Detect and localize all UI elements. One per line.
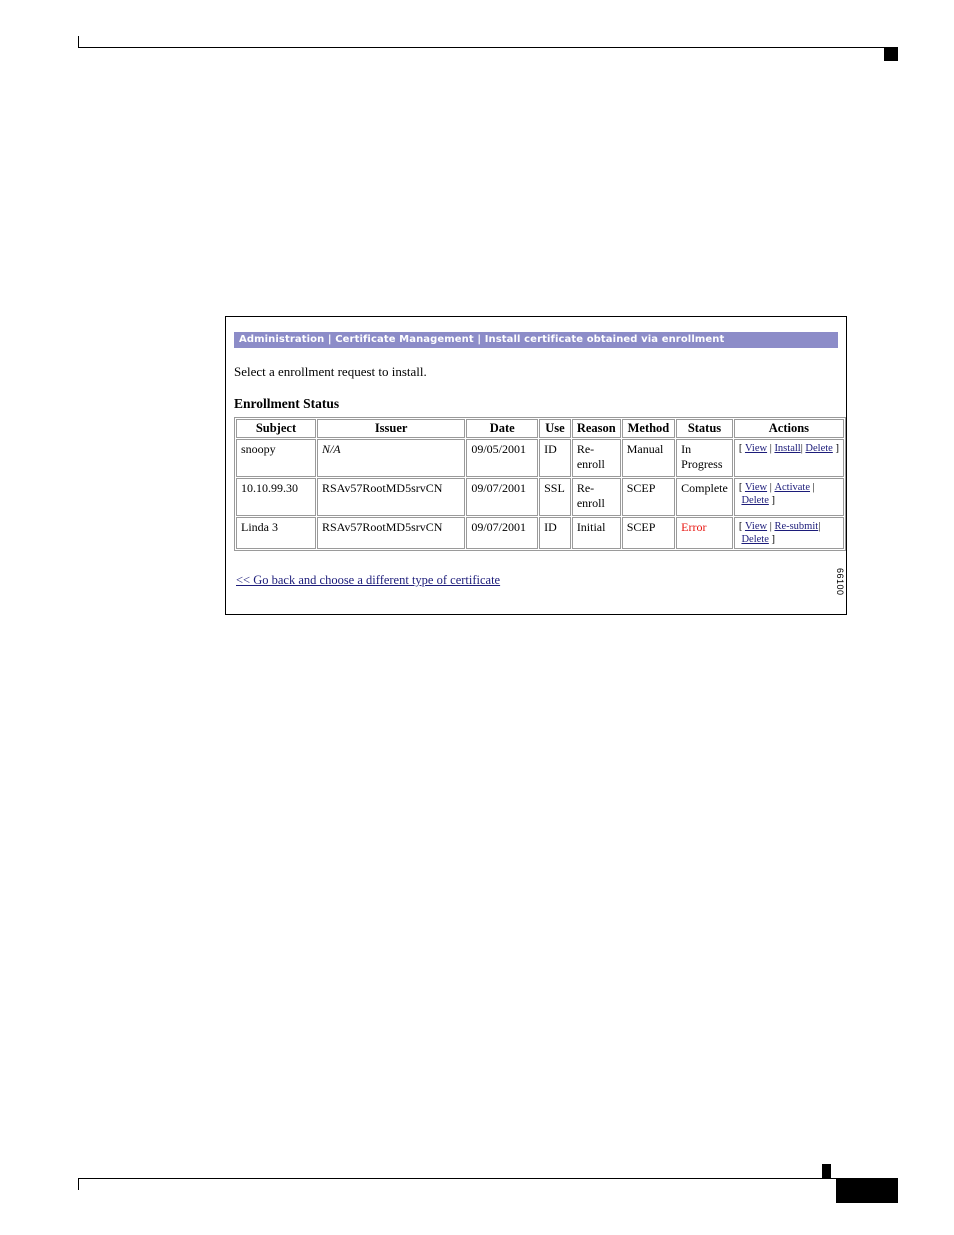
cell-actions: [ View | Re-submit| Delete ] [733, 517, 844, 550]
page-title: Enrollment Status [234, 396, 340, 411]
column-header-use: Use [539, 419, 571, 438]
delete-link[interactable]: Delete [805, 443, 832, 454]
table-row: 10.10.99.30 RSAv57RootMD5srvCN 09/07/200… [236, 478, 844, 516]
breadcrumb: Administration | Certificate Management … [234, 332, 838, 348]
cell-method: SCEP [621, 517, 676, 550]
cell-actions: [ View | Install| Delete ] [733, 439, 844, 477]
view-link[interactable]: View [745, 443, 767, 454]
column-header-subject: Subject [236, 419, 316, 438]
page-bottom-rule [78, 1178, 898, 1179]
status-badge: Complete [676, 478, 733, 516]
table-row: snoopy N/A 09/05/2001 ID Re-enroll Manua… [236, 439, 844, 477]
status-badge: Error [676, 517, 733, 550]
column-header-status: Status [676, 419, 733, 438]
cell-method: SCEP [621, 478, 676, 516]
cell-method: Manual [621, 439, 676, 477]
cell-reason: Initial [571, 517, 621, 550]
cell-date: 09/07/2001 [466, 478, 539, 516]
view-link[interactable]: View [745, 521, 767, 532]
bracket-close: ] [768, 534, 775, 546]
cell-reason: Re-enroll [571, 478, 621, 516]
issuer-value: N/A [321, 442, 341, 456]
bracket-close: ] [832, 443, 839, 454]
figure-art-id: 66100 [835, 568, 845, 596]
go-back-link[interactable]: << Go back and choose a different type o… [236, 573, 500, 587]
activate-link[interactable]: Activate [774, 482, 810, 493]
cell-issuer: N/A [316, 439, 466, 477]
page-top-rule [78, 47, 898, 48]
resubmit-link[interactable]: Re-submit [774, 521, 818, 532]
cell-subject: 10.10.99.30 [236, 478, 316, 516]
table-header-row: Subject Issuer Date Use Reason Method St… [236, 419, 844, 438]
bracket-close: ] [768, 495, 775, 507]
crop-mark-top-right [884, 47, 898, 61]
cell-date: 09/07/2001 [466, 517, 539, 550]
delete-link[interactable]: Delete [741, 495, 768, 506]
cell-subject: snoopy [236, 439, 316, 477]
cell-issuer: RSAv57RootMD5srvCN [316, 478, 466, 516]
cell-issuer: RSAv57RootMD5srvCN [316, 517, 466, 550]
certificate-management-screenshot: Administration | Certificate Management … [225, 316, 847, 615]
column-header-date: Date [466, 419, 539, 438]
enrollment-status-table: Subject Issuer Date Use Reason Method St… [234, 417, 846, 552]
instruction-text: Select a enrollment request to install. [234, 364, 427, 379]
column-header-reason: Reason [571, 419, 621, 438]
cell-use: ID [539, 517, 571, 550]
crop-mark-bottom-left [78, 1178, 79, 1190]
cell-reason: Re-enroll [571, 439, 621, 477]
column-header-method: Method [621, 419, 676, 438]
back-link-container: << Go back and choose a different type o… [236, 573, 846, 588]
table-row: Linda 3 RSAv57RootMD5srvCN 09/07/2001 ID… [236, 517, 844, 550]
crop-mark-top-left [78, 36, 79, 48]
cell-date: 09/05/2001 [466, 439, 539, 477]
cell-use: ID [539, 439, 571, 477]
cell-use: SSL [539, 478, 571, 516]
install-link[interactable]: Install [774, 443, 800, 454]
cell-actions: [ View | Activate | Delete ] [733, 478, 844, 516]
status-badge: In Progress [676, 439, 733, 477]
cell-subject: Linda 3 [236, 517, 316, 550]
column-header-issuer: Issuer [316, 419, 466, 438]
page-footer-block [836, 1179, 898, 1203]
delete-link[interactable]: Delete [741, 534, 768, 545]
column-header-actions: Actions [733, 419, 844, 438]
crop-mark-bottom-right [822, 1164, 831, 1178]
view-link[interactable]: View [745, 482, 767, 493]
